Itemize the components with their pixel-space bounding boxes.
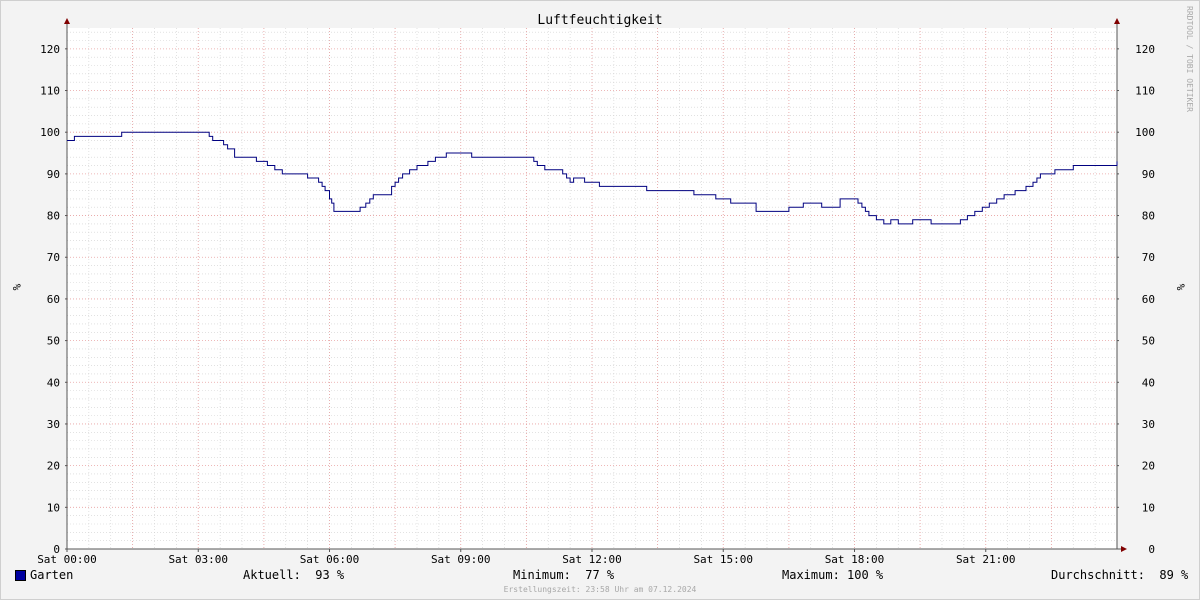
- y-tick-label-right: 60: [1142, 293, 1155, 306]
- y-axis-arrow-right: [1114, 18, 1120, 24]
- y-tick-label: 20: [47, 460, 60, 473]
- x-tick-label: Sat 15:00: [693, 553, 753, 566]
- y-tick-label: 80: [47, 210, 60, 223]
- x-tick-label: Sat 18:00: [825, 553, 885, 566]
- y-tick-label-right: 70: [1142, 251, 1155, 264]
- y-tick-label-right: 0: [1148, 543, 1155, 556]
- y-tick-label: 30: [47, 418, 60, 431]
- x-tick-label: Sat 12:00: [562, 553, 622, 566]
- x-tick-label: Sat 03:00: [168, 553, 228, 566]
- y-tick-label-right: 50: [1142, 335, 1155, 348]
- y-tick-label-right: 100: [1135, 126, 1155, 139]
- y-tick-label-right: 110: [1135, 85, 1155, 98]
- y-tick-label-right: 30: [1142, 418, 1155, 431]
- x-tick-label: Sat 00:00: [37, 553, 97, 566]
- y-tick-label-right: 120: [1135, 43, 1155, 56]
- y-axis-label-left: %: [10, 284, 23, 291]
- chart-title: Luftfeuchtigkeit: [537, 13, 662, 28]
- legend-series-name: Garten: [30, 568, 74, 582]
- x-tick-label: Sat 21:00: [956, 553, 1016, 566]
- y-tick-label: 50: [47, 335, 60, 348]
- y-tick-label: 90: [47, 168, 60, 181]
- x-tick-label: Sat 09:00: [431, 553, 491, 566]
- y-tick-label-right: 80: [1142, 210, 1155, 223]
- y-tick-label: 110: [40, 85, 60, 98]
- y-axis-arrow-left: [64, 18, 70, 24]
- y-axis-label-right: %: [1174, 284, 1187, 291]
- legend: Garten Aktuell: 93 % Minimum: 77 % Maxim…: [0, 568, 1200, 584]
- x-axis-arrow: [1121, 546, 1127, 552]
- legend-average: Durchschnitt: 89 %: [1051, 568, 1189, 582]
- y-tick-label: 120: [40, 43, 60, 56]
- legend-swatch: [15, 570, 26, 581]
- y-tick-label: 10: [47, 501, 60, 514]
- legend-current: Aktuell: 93 %: [243, 568, 345, 582]
- legend-minimum: Minimum: 77 %: [513, 568, 615, 582]
- legend-maximum: Maximum: 100 %: [782, 568, 884, 582]
- y-tick-label-right: 40: [1142, 376, 1155, 389]
- y-tick-label-right: 10: [1142, 501, 1155, 514]
- y-tick-label: 60: [47, 293, 60, 306]
- x-tick-label: Sat 06:00: [300, 553, 360, 566]
- y-tick-label-right: 90: [1142, 168, 1155, 181]
- y-tick-label: 70: [47, 251, 60, 264]
- chart-canvas: 0 010 1020 2030 3040 4050 5060 6070 7080 8090 9010…: [10, 6, 1194, 566]
- rrdtool-watermark: RRDTOOL / TOBI OETIKER: [1185, 6, 1194, 112]
- y-tick-label: 40: [47, 376, 60, 389]
- y-tick-label-right: 20: [1142, 460, 1155, 473]
- creation-timestamp: Erstellungszeit: 23:58 Uhr am 07.12.2024: [503, 585, 697, 594]
- y-tick-label: 100: [40, 126, 60, 139]
